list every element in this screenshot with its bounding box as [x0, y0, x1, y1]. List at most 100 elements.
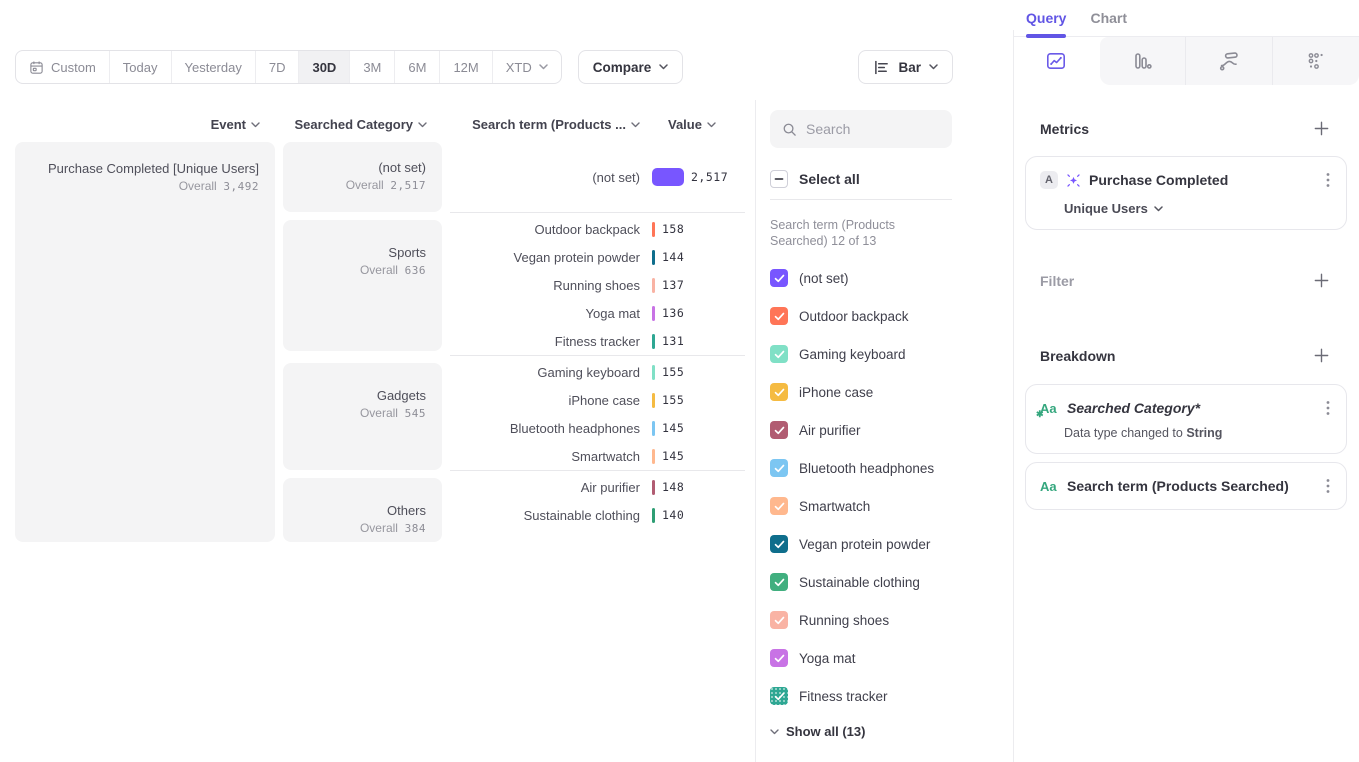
legend-checkbox[interactable]	[770, 649, 788, 667]
term-row[interactable]: Bluetooth headphones145	[450, 414, 745, 442]
term-row[interactable]: Smartwatch145	[450, 442, 745, 470]
date-range-6m[interactable]: 6M	[394, 51, 439, 83]
legend-item[interactable]: Air purifier	[770, 411, 1013, 449]
value-label: 140	[662, 508, 684, 522]
term-value-cell: 131	[652, 334, 745, 349]
event-sparkle-icon	[1065, 172, 1082, 189]
column-header-searched-category[interactable]: Searched Category	[283, 117, 442, 132]
compare-label: Compare	[593, 60, 652, 75]
add-metric-button[interactable]	[1311, 118, 1332, 139]
report-type-strip-inactive	[1100, 37, 1359, 85]
compare-button[interactable]: Compare	[578, 50, 684, 84]
legend-search[interactable]	[770, 110, 952, 148]
term-row[interactable]: Vegan protein powder144	[450, 243, 745, 271]
date-range-custom[interactable]: Custom	[16, 51, 109, 83]
term-value-cell: 140	[652, 508, 745, 523]
term-row[interactable]: Sustainable clothing140	[450, 501, 745, 529]
date-range-12m[interactable]: 12M	[439, 51, 491, 83]
legend-checkbox[interactable]	[770, 383, 788, 401]
legend-checkbox[interactable]	[770, 307, 788, 325]
add-filter-button[interactable]	[1311, 270, 1332, 291]
view-tab-funnels[interactable]	[1100, 37, 1186, 85]
string-property-icon: Aa	[1040, 479, 1060, 494]
value-bar	[652, 480, 655, 495]
term-row[interactable]: Gaming keyboard155	[450, 358, 745, 386]
tab-chart[interactable]: Chart	[1090, 0, 1127, 36]
chart-type-label: Bar	[898, 60, 921, 75]
metric-menu-button[interactable]	[1324, 170, 1332, 190]
date-range-7d[interactable]: 7D	[255, 51, 299, 83]
term-row[interactable]: iPhone case155	[450, 386, 745, 414]
legend-checkbox[interactable]	[770, 421, 788, 439]
value-bar	[652, 449, 655, 464]
date-range-today[interactable]: Today	[109, 51, 171, 83]
legend-item[interactable]: Sustainable clothing	[770, 563, 1013, 601]
date-range-yesterday[interactable]: Yesterday	[171, 51, 255, 83]
column-header-event[interactable]: Event	[15, 117, 275, 132]
chart-grid: Purchase Completed [Unique Users] Overal…	[15, 142, 745, 542]
category-box[interactable]: OthersOverall 384	[283, 478, 442, 542]
legend-item[interactable]: iPhone case	[770, 373, 1013, 411]
legend-item[interactable]: Smartwatch	[770, 487, 1013, 525]
breakdown-card-search-term[interactable]: Aa Search term (Products Searched)	[1025, 462, 1347, 510]
legend-item[interactable]: (not set)	[770, 259, 1013, 297]
view-tab-retention[interactable]	[1272, 37, 1359, 85]
column-header-search-term[interactable]: Search term (Products ...	[450, 117, 652, 132]
check-icon	[774, 426, 785, 435]
legend-checkbox[interactable]	[770, 345, 788, 363]
calendar-icon	[29, 60, 44, 75]
legend-checkbox[interactable]	[770, 269, 788, 287]
date-range-xtd[interactable]: XTD	[492, 51, 561, 83]
term-value-cell: 145	[652, 421, 745, 436]
term-row[interactable]: Outdoor backpack158	[450, 215, 745, 243]
legend-item[interactable]: Yoga mat	[770, 639, 1013, 677]
show-all-button[interactable]: Show all (13)	[770, 724, 1013, 739]
select-all-checkbox[interactable]	[770, 170, 788, 188]
category-box[interactable]: GadgetsOverall 545	[283, 363, 442, 470]
legend-item[interactable]: Outdoor backpack	[770, 297, 1013, 335]
breakdown-menu-button[interactable]	[1324, 398, 1332, 418]
legend-item[interactable]: Fitness tracker	[770, 677, 1013, 715]
legend-checkbox[interactable]	[770, 573, 788, 591]
term-row[interactable]: Fitness tracker131	[450, 327, 745, 355]
legend-item[interactable]: Vegan protein powder	[770, 525, 1013, 563]
legend-search-input[interactable]	[806, 121, 940, 137]
legend-checkbox[interactable]	[770, 459, 788, 477]
retention-icon	[1304, 49, 1328, 73]
select-all-row[interactable]: Select all	[770, 170, 1013, 188]
legend-checkbox[interactable]	[770, 611, 788, 629]
legend-item[interactable]: Gaming keyboard	[770, 335, 1013, 373]
term-value-cell: 155	[652, 365, 745, 380]
metric-card[interactable]: A Purchase Completed Unique Users	[1025, 156, 1347, 230]
term-row[interactable]: Yoga mat136	[450, 299, 745, 327]
chart-type-selector[interactable]: Bar	[858, 50, 953, 84]
legend-item[interactable]: Running shoes	[770, 601, 1013, 639]
term-value-cell: 137	[652, 278, 745, 293]
date-range-3m[interactable]: 3M	[349, 51, 394, 83]
view-tab-flows[interactable]	[1185, 37, 1272, 85]
view-tab-insights[interactable]	[1013, 37, 1100, 85]
legend-checkbox[interactable]	[770, 535, 788, 553]
add-breakdown-button[interactable]	[1311, 345, 1332, 366]
date-range-30d[interactable]: 30D	[298, 51, 349, 83]
metric-counting-method[interactable]: Unique Users	[1064, 201, 1332, 216]
event-box[interactable]: Purchase Completed [Unique Users] Overal…	[15, 142, 275, 542]
breakdown-menu-button[interactable]	[1324, 476, 1332, 496]
terms-cell: Outdoor backpack158Vegan protein powder1…	[450, 212, 745, 355]
category-box[interactable]: SportsOverall 636	[283, 220, 442, 351]
legend-item[interactable]: Bluetooth headphones	[770, 449, 1013, 487]
tab-query[interactable]: Query	[1026, 0, 1066, 36]
term-row[interactable]: Running shoes137	[450, 271, 745, 299]
breakdown-card-searched-category[interactable]: Aa✱ Searched Category* Data type changed…	[1025, 384, 1347, 454]
column-header-value[interactable]: Value	[652, 117, 745, 132]
term-label: Yoga mat	[450, 306, 652, 321]
value-label: 158	[662, 222, 684, 236]
plus-icon	[1313, 120, 1330, 137]
legend-checkbox[interactable]	[770, 497, 788, 515]
term-row[interactable]: (not set)2,517	[450, 142, 745, 212]
category-box[interactable]: (not set)Overall 2,517	[283, 142, 442, 212]
legend-checkbox[interactable]	[770, 687, 788, 705]
legend-item-label: Fitness tracker	[799, 689, 888, 704]
category-cell: (not set)Overall 2,517	[283, 142, 442, 212]
term-row[interactable]: Air purifier148	[450, 473, 745, 501]
